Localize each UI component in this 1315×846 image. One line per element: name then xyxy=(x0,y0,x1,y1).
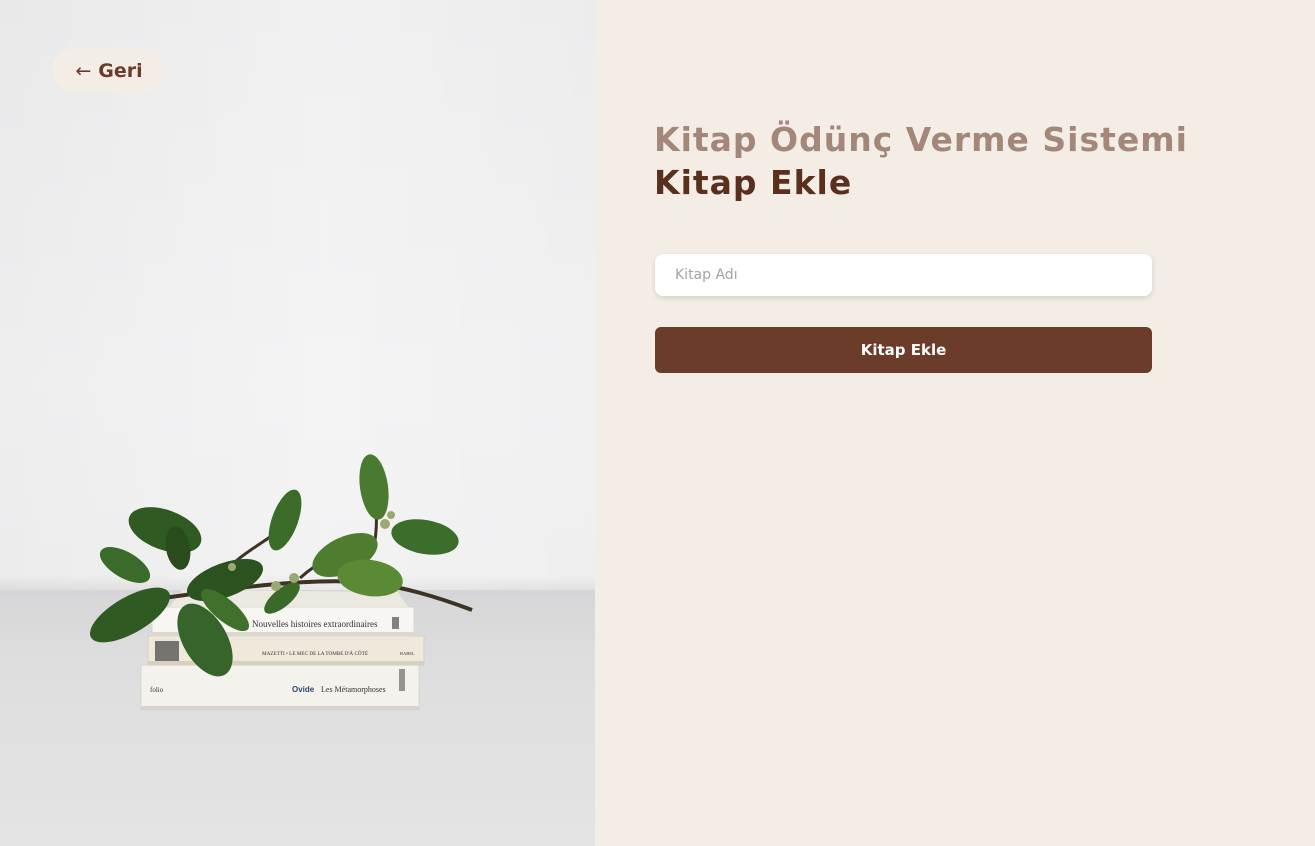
system-title: Kitap Ödünç Verme Sistemi xyxy=(654,120,1188,159)
books-and-plant-illustration: Nouvelles histoires extraordinaires MAZE… xyxy=(90,454,473,711)
back-button-label: Geri xyxy=(98,59,143,82)
spine-text-1: Nouvelles histoires extraordinaires xyxy=(252,619,378,629)
spine-text-5: Ovide xyxy=(292,685,315,694)
back-button[interactable]: ← Geri xyxy=(52,48,166,93)
hero-image-panel: Nouvelles histoires extraordinaires MAZE… xyxy=(0,0,595,846)
spine-text-2: MAZETTI • LE MEC DE LA TOMBE D'À CÔTÉ xyxy=(262,649,368,657)
book-name-input[interactable] xyxy=(655,254,1152,296)
add-book-button[interactable]: Kitap Ekle xyxy=(655,327,1152,373)
spine-text-3: BABEL xyxy=(400,651,415,656)
page-title: Kitap Ekle xyxy=(654,163,853,202)
spine-text-4: folio xyxy=(150,686,164,694)
form-panel: Kitap Ödünç Verme Sistemi Kitap Ekle Kit… xyxy=(595,0,1315,846)
arrow-left-icon: ← xyxy=(75,59,92,82)
spine-text-6: Les Métamorphoses xyxy=(321,685,386,694)
